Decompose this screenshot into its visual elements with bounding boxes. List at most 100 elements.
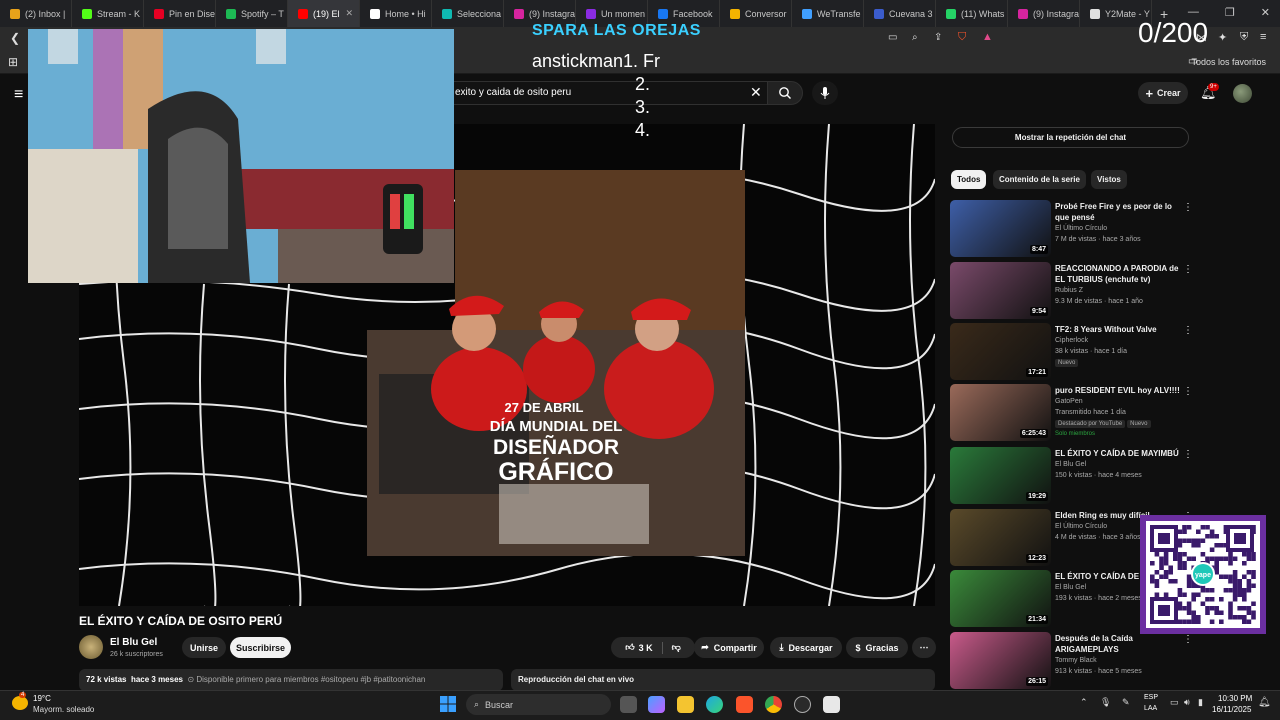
file-explorer-icon[interactable] [677, 696, 694, 713]
live-chat-replay-header[interactable]: Reproducción del chat en vivo [511, 669, 935, 691]
description-box[interactable]: 72 k vistas hace 3 meses ⊙ Disponible pr… [79, 669, 503, 691]
channel-name[interactable]: El Blu Gel [110, 637, 157, 648]
task-view-icon[interactable] [620, 696, 637, 713]
weather-sun-icon[interactable] [12, 696, 28, 710]
browser-tab[interactable]: (9) Instagra [1008, 0, 1080, 27]
browser-tab[interactable]: (19) El ✕ [288, 0, 360, 27]
recommended-video-channel[interactable]: El Blu Gel [1055, 584, 1086, 591]
browser-tab[interactable]: Pin en Dise [144, 0, 216, 27]
recommended-video-title[interactable]: puro RESIDENT EVIL hoy ALV!!!! [1055, 385, 1185, 396]
video-thumbnail[interactable]: 12:23 [950, 509, 1051, 566]
notification-center-icon[interactable]: 🔔︎ [1258, 697, 1271, 708]
more-options-icon[interactable]: ⋮ [1183, 264, 1193, 275]
more-options-icon[interactable]: ⋮ [1183, 202, 1193, 213]
keyboard-language[interactable]: ESP [1144, 694, 1158, 701]
more-options-icon[interactable]: ⋮ [1183, 386, 1193, 397]
apps-grid-icon[interactable]: ⊞ [8, 55, 18, 69]
more-actions-button[interactable]: ⋯ [912, 637, 936, 658]
rewards-icon[interactable]: ▲ [982, 31, 993, 43]
recommended-video[interactable]: 9:54 REACCIONANDO A PARODIA de EL TURBIUS… [950, 262, 1193, 320]
network-icon[interactable]: ▭ [1170, 697, 1179, 708]
maximize-button[interactable]: ❐ [1225, 6, 1235, 19]
browser-tab[interactable]: Selecciona [432, 0, 504, 27]
recommended-video-channel[interactable]: El Blu Gel [1055, 461, 1086, 468]
more-options-icon[interactable]: ⋮ [1183, 449, 1193, 460]
zoom-icon[interactable]: ⌕ [912, 32, 918, 43]
clear-search-icon[interactable]: ✕ [750, 84, 762, 101]
share-button[interactable]: ➦ Compartir [694, 637, 764, 658]
recommended-video-channel[interactable]: Rubius Z [1055, 287, 1083, 294]
favorites-folder[interactable]: Todos los favoritos [1191, 57, 1266, 67]
brave-icon[interactable] [736, 696, 753, 713]
voice-search-button[interactable] [812, 81, 838, 105]
like-button[interactable]: 👍︎ 3 K [625, 642, 652, 653]
thanks-button[interactable]: $ Gracias [846, 637, 908, 658]
browser-tab[interactable]: Conversor [720, 0, 792, 27]
battery-icon[interactable]: ▮ [1198, 697, 1203, 708]
video-thumbnail[interactable]: 8:47 [950, 200, 1051, 257]
share-icon[interactable]: ⇪ [934, 32, 942, 43]
video-thumbnail[interactable]: 9:54 [950, 262, 1051, 319]
microphone-tray-icon[interactable]: 🎙︎ [1100, 697, 1111, 708]
create-button[interactable]: + Crear [1138, 82, 1188, 104]
menu-icon[interactable]: ≡ [1260, 31, 1266, 43]
notes-app-icon[interactable] [823, 696, 840, 713]
recommended-video-channel[interactable]: El Último Círculo [1055, 225, 1107, 232]
browser-tab[interactable]: Spotify – T [216, 0, 288, 27]
chip-todos[interactable]: Todos [951, 170, 987, 189]
keyboard-layout[interactable]: LAA [1144, 705, 1157, 712]
brave-shield-icon[interactable]: ⛉ [958, 31, 966, 44]
show-chat-replay-button[interactable]: Mostrar la repetición del chat [952, 127, 1189, 148]
clock-date[interactable]: 16/11/2025 [1212, 705, 1251, 714]
taskbar-search[interactable]: ⌕ Buscar [466, 694, 611, 715]
channel-avatar[interactable] [79, 635, 103, 659]
chip-series[interactable]: Contenido de la serie [993, 170, 1086, 189]
video-thumbnail[interactable]: 6:25:43 [950, 384, 1051, 441]
chip-watched[interactable]: Vistos [1091, 170, 1127, 189]
tab-close-icon[interactable]: ✕ [345, 8, 353, 19]
recommended-video[interactable]: 19:29 EL ÉXITO Y CAÍDA DE MAYIMBÚ El Blu G… [950, 447, 1193, 505]
chrome-icon[interactable] [765, 696, 782, 713]
browser-tab[interactable]: (11) Whats [936, 0, 1008, 27]
recommended-video[interactable]: 8:47 Probé Free Fire y es peor de lo que … [950, 200, 1193, 258]
join-button[interactable]: Unirse [182, 637, 226, 658]
recommended-video-channel[interactable]: GatoPen [1055, 398, 1083, 405]
search-button[interactable] [767, 81, 803, 105]
close-window-button[interactable]: ✕ [1261, 6, 1270, 19]
back-icon[interactable]: ❮ [10, 31, 20, 45]
browser-tab[interactable]: WeTransfe [792, 0, 864, 27]
tray-chevron-icon[interactable]: ⌃ [1080, 697, 1088, 708]
browser-tab[interactable]: Cuevana 3 [864, 0, 936, 27]
volume-icon[interactable]: 🔊︎ [1184, 697, 1190, 708]
user-avatar[interactable] [1233, 84, 1252, 103]
recommended-video-title[interactable]: TF2: 8 Years Without Valve [1055, 324, 1185, 335]
clock-time[interactable]: 10:30 PM [1218, 694, 1252, 703]
edge-icon[interactable] [706, 696, 723, 713]
recommended-video-title[interactable]: REACCIONANDO A PARODIA de EL TURBIUS (en… [1055, 263, 1185, 285]
dislike-button[interactable]: 👎︎ [672, 642, 681, 653]
recommended-video-title[interactable]: EL ÉXITO Y CAÍDA DE MAYIMBÚ [1055, 448, 1185, 459]
cast-icon[interactable]: ▭ [888, 32, 897, 43]
recommended-video-channel[interactable]: El Último Círculo [1055, 523, 1107, 530]
sparkle-icon[interactable]: ✦ [1218, 31, 1227, 44]
weather-temperature[interactable]: 19°C [33, 694, 51, 703]
recommended-video[interactable]: 6:25:43 puro RESIDENT EVIL hoy ALV!!!! Gat… [950, 384, 1193, 442]
download-button[interactable]: ⤓ Descargar [770, 637, 842, 658]
subscribe-button[interactable]: Suscribirse [230, 637, 291, 658]
start-button[interactable] [440, 696, 456, 712]
recommended-video-title[interactable]: Probé Free Fire y es peor de lo que pens… [1055, 201, 1185, 223]
recommended-video[interactable]: 26:15 Después de la Caída ARIGAMEPLAYS Tom… [950, 632, 1193, 690]
recommended-video[interactable]: 17:21 TF2: 8 Years Without Valve Cipherloc… [950, 323, 1193, 381]
video-thumbnail[interactable]: 21:34 [950, 570, 1051, 627]
steam-icon[interactable] [794, 696, 811, 713]
recommended-video-title[interactable]: Después de la Caída ARIGAMEPLAYS [1055, 633, 1185, 655]
more-options-icon[interactable]: ⋮ [1183, 634, 1193, 645]
copilot-icon[interactable] [648, 696, 665, 713]
browser-tab[interactable]: (2) Inbox | [0, 0, 72, 27]
browser-tab[interactable]: Home • Hi [360, 0, 432, 27]
weather-description[interactable]: Mayorm. soleado [33, 705, 94, 714]
video-thumbnail[interactable]: 26:15 [950, 632, 1051, 689]
vpn-icon[interactable]: ⛨ [1240, 31, 1248, 44]
pen-tray-icon[interactable]: ✎ [1122, 697, 1130, 708]
video-thumbnail[interactable]: 19:29 [950, 447, 1051, 504]
